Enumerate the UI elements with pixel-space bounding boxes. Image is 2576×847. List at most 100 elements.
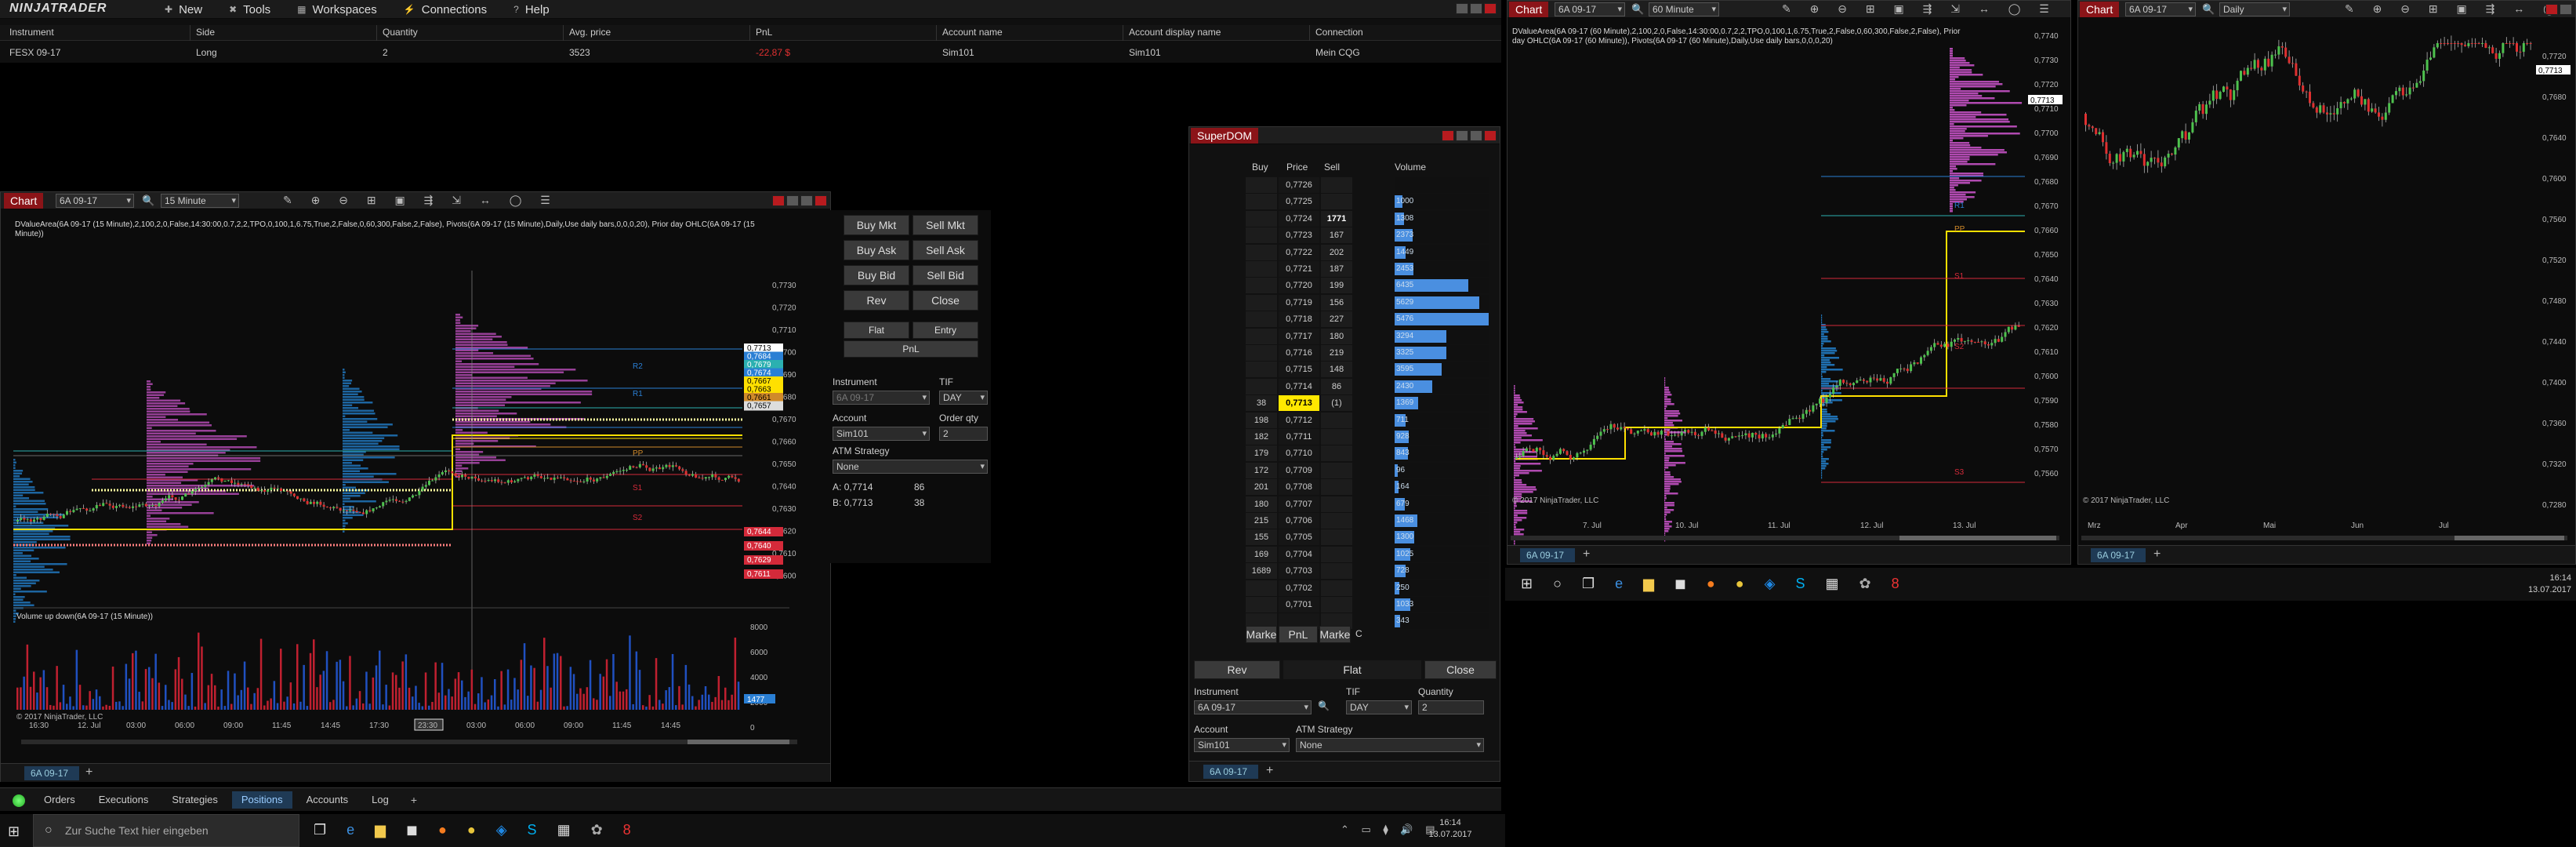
col-header[interactable]: Quantity — [383, 27, 418, 38]
instrument-select[interactable]: 6A 09-17 — [833, 391, 930, 405]
edge-icon[interactable]: e — [1615, 576, 1623, 592]
dom-row[interactable]: 0,7719 156 5629 — [1246, 294, 1489, 311]
minimize-button[interactable] — [1456, 3, 1468, 14]
sell-cell[interactable]: 219 — [1321, 345, 1352, 361]
buy-cell[interactable]: 1689 — [1246, 563, 1277, 580]
dom-row[interactable]: 0,7718 227 5476 — [1246, 311, 1489, 328]
buy-cell[interactable]: 179 — [1246, 445, 1277, 462]
buy-cell[interactable] — [1246, 580, 1277, 596]
store-icon[interactable]: ◼ — [1674, 576, 1686, 592]
col-header[interactable]: Side — [196, 27, 215, 38]
qty-input[interactable]: 2 — [1418, 700, 1484, 714]
interval-select[interactable]: 15 Minute — [161, 194, 239, 208]
sell-cell[interactable] — [1321, 529, 1352, 546]
search-box[interactable]: ○ Zur Suche Text hier eingeben — [33, 814, 299, 847]
interval-select[interactable]: Daily — [2219, 2, 2290, 16]
dom-row[interactable]: 38 0,7713 (1) 1369 — [1246, 395, 1489, 412]
chrome-icon[interactable]: ● — [1736, 576, 1744, 592]
dom-row[interactable]: 0,7702 250 — [1246, 580, 1489, 597]
pnl-display[interactable]: PnL — [1279, 626, 1318, 643]
cortana-icon[interactable]: ○ — [1553, 576, 1562, 592]
sell-cell[interactable] — [1321, 580, 1352, 596]
instrument-select[interactable]: 6A 09-17 — [1194, 700, 1312, 714]
buy-cell[interactable]: 169 — [1246, 546, 1277, 562]
sell-cell[interactable] — [1321, 479, 1352, 496]
firefox-icon[interactable]: ● — [438, 822, 447, 838]
dom-row[interactable]: 180 0,7707 679 — [1246, 496, 1489, 513]
buy-cell[interactable]: 215 — [1246, 513, 1277, 529]
maximize-button[interactable] — [800, 195, 813, 206]
col-header[interactable]: PnL — [756, 27, 772, 38]
account-select[interactable]: Sim101 — [1194, 738, 1290, 752]
market-sell-button[interactable]: Marke — [1319, 626, 1351, 643]
dom-row[interactable]: 182 0,7711 928 — [1246, 429, 1489, 445]
dom-row[interactable]: 0,7726 — [1246, 177, 1489, 194]
calculator-icon[interactable]: ▦ — [557, 822, 571, 838]
chrome-icon[interactable]: ● — [467, 822, 476, 838]
sell-cell[interactable] — [1321, 194, 1352, 210]
sell-bid-button[interactable]: Sell Bid — [912, 265, 978, 285]
close-button[interactable] — [1484, 3, 1497, 14]
col-header[interactable]: Account display name — [1129, 27, 1221, 38]
dom-row[interactable]: 0,7715 148 3595 — [1246, 362, 1489, 378]
instrument-select[interactable]: 6A 09-17 — [1555, 2, 1625, 16]
drawing-tools[interactable]: ✎ ⊕ ⊖ ⊞ ▣ ⇶ ⇲ ↔ ◯ ☰ — [1782, 2, 2057, 16]
app-icon[interactable]: ✿ — [591, 822, 603, 838]
chart-tab[interactable]: 6A 09-17 — [2091, 548, 2146, 562]
tab-executions[interactable]: Executions — [89, 791, 158, 809]
close-position-button[interactable]: Close — [1424, 660, 1497, 679]
sell-cell[interactable] — [1321, 462, 1352, 478]
sell-cell[interactable] — [1321, 496, 1352, 512]
col-header[interactable]: Instrument — [9, 27, 54, 38]
entry-button[interactable]: Entry — [912, 322, 978, 339]
buy-cell[interactable] — [1246, 345, 1277, 361]
tile-button[interactable] — [772, 195, 785, 206]
buy-cell[interactable] — [1246, 227, 1277, 244]
task-view-icon[interactable]: ❐ — [314, 822, 326, 838]
search-icon[interactable]: 🔍 — [1318, 700, 1330, 711]
col-header[interactable]: Connection — [1315, 27, 1363, 38]
dom-row[interactable]: 201 0,7708 164 — [1246, 479, 1489, 496]
explorer-icon[interactable]: ▆ — [1643, 576, 1654, 592]
dom-row[interactable]: 0,7721 187 2453 — [1246, 261, 1489, 278]
buy-cell[interactable]: 201 — [1246, 479, 1277, 496]
buy-cell[interactable] — [1246, 294, 1277, 311]
search-icon[interactable]: 🔍 — [142, 194, 154, 207]
dom-row[interactable]: 0,7724 1771 1308 — [1246, 210, 1489, 227]
dom-row[interactable]: 1689 0,7703 728 — [1246, 563, 1489, 580]
reverse-button[interactable]: Rev — [1194, 660, 1280, 679]
firefox-icon[interactable]: ● — [1707, 576, 1715, 592]
tif-select[interactable]: DAY — [1346, 700, 1412, 714]
price-panel[interactable]: 0,77200,76800,76400,76000,75600,75200,74… — [2078, 20, 2575, 553]
dom-row[interactable]: 198 0,7712 711 — [1246, 412, 1489, 429]
start-icon[interactable]: ⊞ — [8, 823, 20, 840]
buy-cell[interactable] — [1246, 177, 1277, 193]
atm-select[interactable]: None — [1296, 738, 1484, 752]
tab-strategies[interactable]: Strategies — [162, 791, 227, 809]
app-icon[interactable]: ✿ — [1859, 576, 1871, 592]
close-position-button[interactable]: Close — [912, 290, 978, 311]
tab-orders[interactable]: Orders — [34, 791, 85, 809]
qty-input[interactable]: 2 — [939, 427, 988, 441]
sell-cell[interactable] — [1321, 513, 1352, 529]
sell-cell[interactable] — [1321, 597, 1352, 613]
dom-row[interactable]: 0,7717 180 3294 — [1246, 328, 1489, 345]
buy-cell[interactable]: 198 — [1246, 412, 1277, 428]
sell-cell[interactable] — [1321, 546, 1352, 562]
edge-icon[interactable]: e — [346, 822, 354, 838]
chart-tab[interactable]: 6A 09-17 — [24, 766, 79, 780]
sell-cell[interactable] — [1321, 429, 1352, 445]
teamviewer-icon[interactable]: ◈ — [496, 822, 507, 838]
add-tab-button[interactable]: + — [1266, 764, 1273, 778]
add-tab-button[interactable]: + — [1583, 547, 1590, 562]
start-icon[interactable]: ⊞ — [1521, 576, 1533, 592]
scrollbar-thumb[interactable] — [1899, 536, 2056, 540]
instrument-select[interactable]: 6A 09-17 — [56, 194, 134, 208]
drawing-tools[interactable]: ✎ ⊕ ⊖ ⊞ ▣ ⇶ ⇲ ↔ ◯ ☰ — [283, 194, 558, 207]
scrollbar-thumb[interactable] — [688, 740, 789, 744]
sell-cell[interactable] — [1321, 563, 1352, 580]
tab-accounts[interactable]: Accounts — [297, 791, 357, 809]
buy-market-button[interactable]: Buy Mkt — [844, 215, 909, 235]
dom-row[interactable]: 0,7701 1033 — [1246, 597, 1489, 613]
sell-cell[interactable] — [1321, 177, 1352, 193]
